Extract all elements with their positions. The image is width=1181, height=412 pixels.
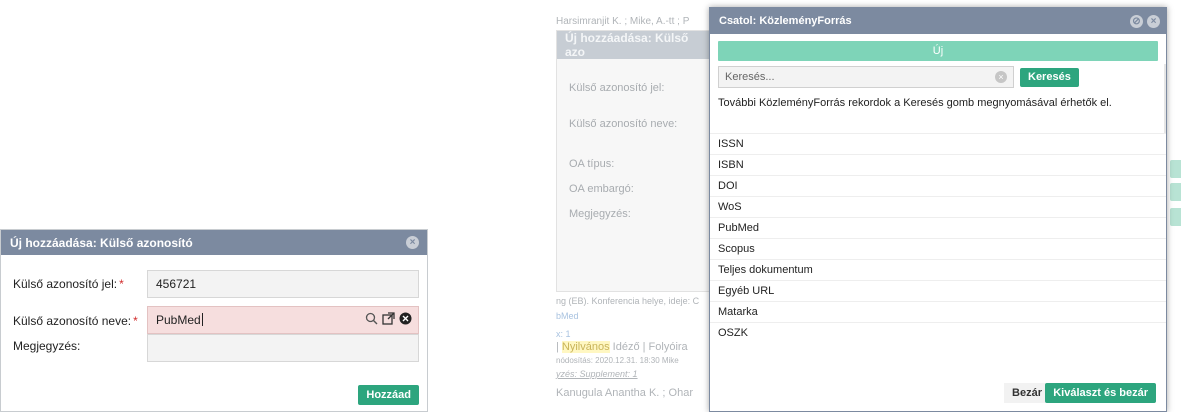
list-item[interactable]: ISSN	[710, 133, 1166, 154]
attach-source-dialog: Csatol: KözleményForrás ⊘ × Új Keresés..…	[709, 7, 1167, 412]
list-item[interactable]: Matarka	[710, 301, 1166, 322]
bg-line: bMed	[556, 311, 579, 321]
info-text: További KözleményForrás rekordok a Keres…	[718, 97, 1112, 109]
list-item[interactable]: DOI	[710, 175, 1166, 196]
search-input[interactable]: Keresés... ×	[718, 66, 1014, 88]
external-id-name-label: Külső azonosító neve: *	[13, 314, 138, 328]
bg-line: Kanugula Anantha K. ; Ohar	[556, 387, 693, 399]
add-button[interactable]: Hozzáad	[358, 385, 419, 405]
bg-label: Külső azonosító jel:	[569, 82, 665, 94]
scrollbar[interactable]	[1164, 64, 1166, 134]
dialog-title: Új hozzáadása: Külső azonosító	[10, 235, 193, 250]
bg-label: OA típus:	[569, 158, 615, 170]
open-external-icon[interactable]	[382, 312, 395, 325]
text-caret	[201, 313, 203, 326]
clear-circle-icon[interactable]	[399, 312, 412, 325]
search-button[interactable]: Keresés	[1020, 68, 1079, 87]
bg-line: x: 1	[556, 329, 571, 339]
bg-side-button	[1170, 160, 1181, 178]
bg-side-button	[1170, 183, 1181, 201]
list-item[interactable]: PubMed	[710, 217, 1166, 238]
bg-side-button	[1170, 208, 1181, 226]
dialog-titlebar: Csatol: KözleményForrás ⊘ ×	[710, 8, 1166, 34]
list-item[interactable]: OSZK	[710, 322, 1166, 343]
external-id-field[interactable]: 456721	[147, 270, 419, 298]
bg-label: Megjegyzés:	[569, 208, 631, 220]
bg-author-line: Harsimranjit K. ; Mike, A.-tt ; P	[556, 16, 690, 27]
bg-dialog-titlebar: Új hozzáadása: Külső azo	[557, 31, 715, 59]
dialog-titlebar: Új hozzáadása: Külső azonosító ×	[1, 230, 427, 255]
close-button[interactable]: Bezár	[1004, 383, 1050, 403]
add-external-id-dialog: Új hozzáadása: Külső azonosító × Külső a…	[0, 229, 428, 412]
bg-line: nódosítás: 2020.12.31. 18:30 Mike	[556, 356, 679, 365]
bg-line: ng (EB). Konferencia helye, ideje: C	[556, 296, 700, 306]
select-and-close-button[interactable]: Kiválaszt és bezár	[1045, 383, 1156, 403]
external-id-name-field[interactable]: PubMed	[147, 306, 419, 334]
new-record-button[interactable]: Új	[718, 41, 1158, 61]
minimize-circle-icon[interactable]: ⊘	[1130, 14, 1143, 28]
list-item[interactable]: Teljes dokumentum	[710, 259, 1166, 280]
bg-label: OA embargó:	[569, 183, 634, 195]
bg-line: yzés: Supplement: 1	[556, 369, 638, 379]
dialog-title: Csatol: KözleményForrás	[719, 15, 852, 27]
note-label: Megjegyzés:	[13, 339, 81, 353]
external-id-label: Külső azonosító jel: *	[13, 277, 124, 291]
bg-public-badge: Nyilvános	[561, 341, 610, 353]
list-item[interactable]: Egyéb URL	[710, 280, 1166, 301]
bg-label: Külső azonosító neve:	[569, 118, 678, 130]
bg-dialog: Új hozzáadása: Külső azo Külső azonosító…	[556, 30, 716, 292]
bg-dialog-title: Új hozzáadása: Külső azo	[565, 31, 689, 59]
clear-circle-icon[interactable]: ×	[995, 71, 1007, 83]
bg-status-line: | Nyilvános Idéző | Folyóira	[556, 341, 688, 353]
source-list: ISSN ISBN DOI WoS PubMed Scopus Teljes d…	[710, 133, 1166, 343]
close-circle-icon[interactable]: ×	[406, 236, 419, 249]
list-item[interactable]: Scopus	[710, 238, 1166, 259]
list-item[interactable]: ISBN	[710, 154, 1166, 175]
close-circle-icon[interactable]: ×	[1147, 14, 1160, 28]
note-field[interactable]	[147, 334, 419, 362]
search-icon[interactable]	[365, 312, 378, 325]
list-item[interactable]: WoS	[710, 196, 1166, 217]
